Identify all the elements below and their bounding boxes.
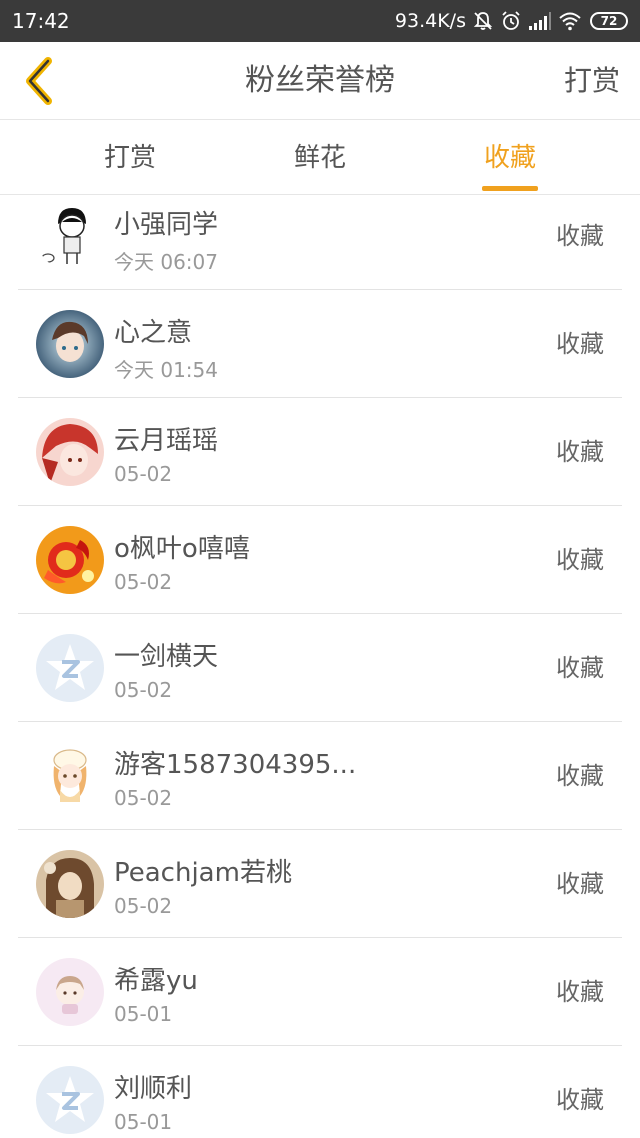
fan-list[interactable]: 小强同学 今天 06:07 收藏 心之意 今天 01:54 收藏 云月瑶瑶 05… — [0, 196, 640, 1138]
list-item[interactable]: Peachjam若桃 05-02 收藏 — [18, 830, 622, 938]
user-name: Peachjam若桃 — [114, 858, 292, 888]
wifi-icon — [559, 12, 581, 31]
avatar — [36, 958, 104, 1026]
user-name: 希露yu — [114, 966, 198, 996]
tab-favorites[interactable]: 收藏 — [450, 121, 570, 195]
avatar — [36, 310, 104, 378]
user-name: 刘顺利 — [114, 1074, 193, 1104]
timestamp: 05-02 — [114, 786, 173, 810]
action-label: 收藏 — [556, 978, 604, 1006]
timestamp: 05-01 — [114, 1002, 173, 1026]
action-label: 收藏 — [556, 222, 604, 250]
action-label: 收藏 — [556, 546, 604, 574]
status-time: 17:42 — [12, 9, 70, 33]
signal-icon — [529, 12, 551, 30]
user-name: o枫叶o嘻嘻 — [114, 534, 250, 564]
timestamp: 05-02 — [114, 678, 173, 702]
list-item[interactable]: 云月瑶瑶 05-02 收藏 — [18, 398, 622, 506]
tab-reward[interactable]: 打赏 — [70, 121, 190, 195]
list-item[interactable]: 希露yu 05-01 收藏 — [18, 938, 622, 1046]
timestamp: 05-02 — [114, 570, 173, 594]
list-item[interactable]: 刘顺利 05-01 收藏 — [18, 1046, 622, 1138]
action-label: 收藏 — [556, 438, 604, 466]
reward-button[interactable]: 打赏 — [564, 42, 620, 120]
avatar — [36, 850, 104, 918]
tab-label: 打赏 — [103, 143, 156, 173]
battery-indicator: 72 — [590, 12, 628, 30]
action-label: 收藏 — [556, 654, 604, 682]
user-name: 一剑横天 — [114, 642, 219, 672]
list-item[interactable]: 游客1587304395... 05-02 收藏 — [18, 722, 622, 830]
avatar — [36, 418, 104, 486]
tab-label: 收藏 — [483, 143, 536, 173]
avatar — [36, 742, 104, 810]
user-name: 云月瑶瑶 — [114, 426, 219, 456]
list-item[interactable]: 心之意 今天 01:54 收藏 — [18, 290, 622, 398]
action-label: 收藏 — [556, 762, 604, 790]
active-tab-indicator — [482, 186, 538, 191]
user-name: 小强同学 — [114, 210, 219, 240]
page-title: 粉丝荣誉榜 — [245, 63, 395, 98]
timestamp: 05-02 — [114, 894, 173, 918]
timestamp: 今天 06:07 — [114, 250, 218, 274]
user-name: 游客1587304395... — [114, 750, 357, 780]
action-label: 收藏 — [556, 330, 604, 358]
timestamp: 今天 01:54 — [114, 358, 218, 382]
alarm-icon — [502, 11, 520, 30]
avatar — [36, 526, 104, 594]
avatar — [36, 634, 104, 702]
list-item[interactable]: 一剑横天 05-02 收藏 — [18, 614, 622, 722]
timestamp: 05-02 — [114, 462, 173, 486]
status-icons: 93.4K/s 72 — [395, 10, 628, 32]
list-item[interactable]: 小强同学 今天 06:07 收藏 — [18, 196, 622, 290]
action-label: 收藏 — [556, 1086, 604, 1114]
action-label: 收藏 — [556, 870, 604, 898]
user-name: 心之意 — [114, 318, 193, 348]
tab-label: 鲜花 — [293, 143, 346, 173]
status-bar: 17:42 93.4K/s 72 — [0, 0, 640, 42]
tab-bar: 打赏 鲜花 收藏 — [0, 121, 640, 195]
list-item[interactable]: o枫叶o嘻嘻 05-02 收藏 — [18, 506, 622, 614]
mute-bell-icon — [473, 12, 493, 30]
title-bar: 粉丝荣誉榜 打赏 — [0, 42, 640, 120]
avatar — [36, 1066, 104, 1134]
avatar — [36, 202, 104, 270]
network-speed: 93.4K/s — [394, 10, 466, 32]
timestamp: 05-01 — [114, 1110, 173, 1134]
tab-flowers[interactable]: 鲜花 — [260, 121, 380, 195]
